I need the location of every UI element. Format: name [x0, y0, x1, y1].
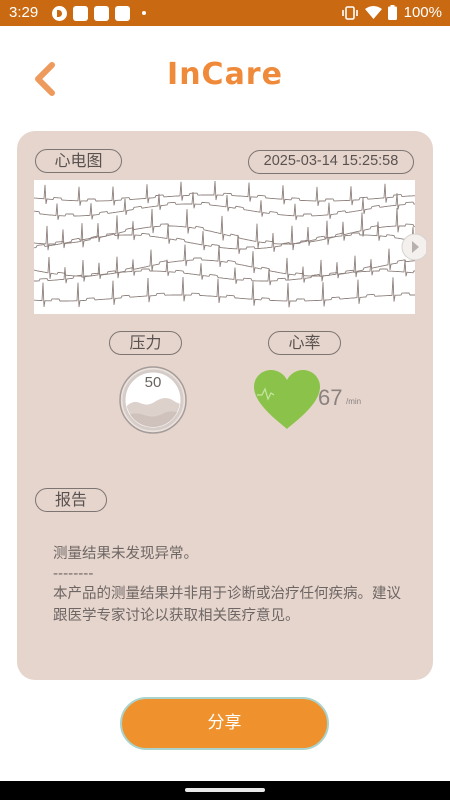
ecg-chart[interactable] [34, 180, 415, 314]
app-title: InCare [167, 57, 283, 92]
home-indicator[interactable] [185, 788, 265, 792]
heart-rate-label: 心率 [268, 331, 341, 355]
notification-square-icon [94, 5, 109, 21]
navigation-bar [0, 781, 450, 800]
status-bar: 3:29 100% [0, 0, 450, 26]
share-button[interactable]: 分享 [120, 697, 329, 750]
report-divider: -------- [53, 566, 94, 582]
notification-square-icon [115, 5, 130, 21]
heart-icon [254, 370, 320, 429]
report-disclaimer: 本产品的测量结果并非用于诊断或治疗任何疾病。建议跟医学专家讨论以获取相关医疗意见… [53, 586, 401, 624]
battery-percentage: 100% [403, 4, 442, 21]
battery-icon [387, 5, 397, 20]
report-label: 报告 [35, 488, 107, 512]
ecg-trace [34, 276, 415, 308]
app-notification-icon [52, 5, 67, 21]
wifi-icon [364, 6, 382, 19]
ecg-trace [34, 180, 415, 206]
notification-square-icon [73, 5, 88, 21]
measurement-card: 心电图 2025-03-14 15:25:58 压力 心率 50 67 /min… [17, 131, 433, 680]
ecg-next-button[interactable] [400, 232, 429, 262]
play-arrow-icon [401, 233, 429, 261]
status-right: 100% [341, 4, 442, 21]
status-time: 3:29 [9, 4, 39, 21]
pressure-label: 压力 [109, 331, 182, 355]
more-notifications-dot-icon [142, 11, 146, 15]
ecg-trace [34, 207, 415, 251]
ecg-waveform [34, 180, 415, 308]
ecg-label: 心电图 [35, 149, 122, 173]
ecg-timestamp: 2025-03-14 15:25:58 [248, 150, 414, 174]
heart-rate-unit: /min [346, 397, 362, 406]
heart-rate-value: 67 [318, 385, 343, 410]
report-text: 测量结果未发现异常。 -------- 本产品的测量结果并非用于诊断或治疗任何疾… [53, 543, 415, 627]
ecg-trace [34, 191, 415, 221]
report-result: 测量结果未发现异常。 [53, 546, 198, 562]
pressure-value: 50 [144, 374, 162, 391]
notification-icons [52, 5, 146, 21]
vibrate-icon [341, 5, 358, 20]
